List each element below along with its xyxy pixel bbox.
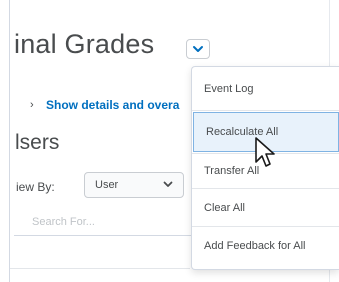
chevron-down-icon xyxy=(163,181,173,187)
chevron-down-icon xyxy=(193,46,203,52)
users-section-title: lsers xyxy=(15,131,60,154)
menu-item-event-log[interactable]: Event Log xyxy=(192,69,339,109)
grades-actions-dropdown-button[interactable] xyxy=(186,39,210,59)
search-input[interactable] xyxy=(14,208,192,236)
show-details-link[interactable]: Show details and overa xyxy=(46,98,179,112)
menu-divider xyxy=(192,110,339,111)
page-title: inal Grades xyxy=(14,29,155,59)
view-by-label: iew By: xyxy=(16,180,55,194)
page-left-border xyxy=(9,0,10,282)
details-expand-arrow[interactable]: › xyxy=(30,99,34,111)
mouse-pointer-icon xyxy=(255,137,275,167)
menu-item-add-feedback-for-all[interactable]: Add Feedback for All xyxy=(192,226,339,266)
section-divider xyxy=(10,268,190,269)
view-by-selected-value: User xyxy=(95,179,119,191)
view-by-select[interactable]: User xyxy=(84,172,184,198)
menu-item-clear-all[interactable]: Clear All xyxy=(192,188,339,228)
